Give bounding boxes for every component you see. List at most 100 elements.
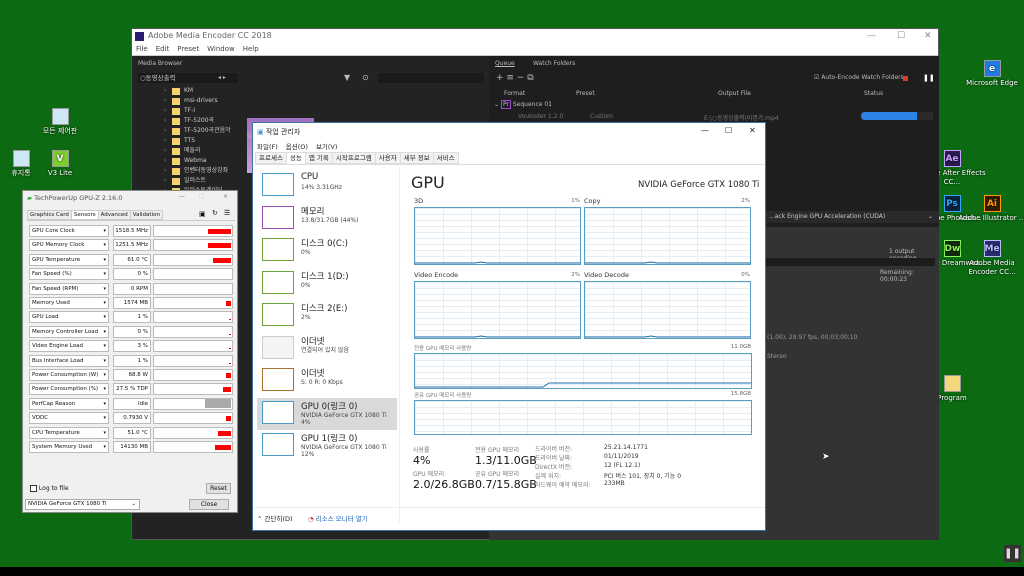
desktop-icon[interactable]: 모든 제어판 [25,108,95,136]
sidebar-item[interactable]: GPU 0(링크 0) NVIDIA GeForce GTX 1080 Ti 4% [257,397,397,430]
camera-icon[interactable]: ▣ [199,210,206,218]
filter-icon[interactable]: ▼ [344,73,350,82]
sidebar-item[interactable]: 메모리 13.8/31.7GB (44%) [257,203,397,235]
maximize-button[interactable]: ☐ [897,29,905,43]
fewer-details-button[interactable]: ⌃ 간단히(D) [257,513,293,523]
tab[interactable]: Graphics Card [27,210,72,220]
engine-label[interactable]: Video Encode [414,271,458,279]
menu-icon[interactable]: ☰ [224,209,230,217]
sidebar-item[interactable]: 디스크 2(E:) 2% [257,300,397,332]
menu-item[interactable]: 파일(F) [257,143,278,151]
minimize-button[interactable]: — [867,29,876,43]
folder-item[interactable]: › 메들리 [132,146,242,156]
sensor-name-dropdown[interactable]: GPU Memory Clock [29,239,109,252]
sensor-name-dropdown[interactable]: Fan Speed (%) [29,268,109,281]
pause-button[interactable]: ❚❚ [1004,545,1021,562]
menu-item[interactable]: File [136,45,148,53]
col-format[interactable]: Format [504,90,525,97]
sidebar-item[interactable]: 이더넷 S: 0 R: 0 Kbps [257,365,397,397]
log-to-file-checkbox[interactable]: Log to file [30,485,69,492]
view-icon[interactable]: ⊙ [362,73,369,82]
queue-tab[interactable]: Queue [495,60,515,67]
tab[interactable]: 서비스 [432,152,459,164]
sidebar-item[interactable]: 이더넷 연결되어 있지 않음 [257,333,397,365]
sensor-name-dropdown[interactable]: Fan Speed (RPM) [29,282,109,295]
col-status[interactable]: Status [864,90,883,97]
sidebar-item[interactable]: 디스크 0(C:) 0% [257,235,397,267]
folder-item[interactable]: › msi-drivers [132,96,242,106]
close-button[interactable]: ✕ [924,29,932,43]
folder-item[interactable]: › Webma [132,156,242,166]
menu-item[interactable]: Preset [177,45,199,53]
desktop-icon[interactable]: V V3 Lite [25,150,95,178]
sensor-name-dropdown[interactable]: GPU Temperature [29,253,109,266]
back-forward-icon[interactable]: ◂ ▸ [218,74,226,81]
auto-encode-checkbox[interactable]: ☑ Auto-Encode Watch Folders [814,74,904,81]
sensor-name-dropdown[interactable]: CPU Temperature [29,426,109,439]
sensor-name-dropdown[interactable]: PerfCap Reason [29,397,109,410]
engine-label[interactable]: Copy [584,197,601,205]
menu-item[interactable]: Help [243,45,259,53]
desktop-icon[interactable]: e Microsoft Edge [957,60,1024,88]
menu-item[interactable]: 보기(V) [316,143,337,151]
device-select[interactable]: NVIDIA GeForce GTX 1080 Ti ⌄ [25,499,140,510]
sensor-name-dropdown[interactable]: Power Consumption (%) [29,383,109,396]
folder-item[interactable]: › KM [132,86,242,96]
tab[interactable]: Validation [129,210,163,220]
tab[interactable]: 세부 정보 [399,152,434,164]
sensor-name-dropdown[interactable]: System Memory Used [29,441,109,453]
search-input[interactable] [378,73,484,83]
sensor-name-dropdown[interactable]: GPU Core Clock [29,225,109,237]
sidebar-item[interactable]: 디스크 1(D:) 0% [257,268,397,300]
menu-item[interactable]: Window [207,45,235,53]
menu-item[interactable]: Edit [156,45,170,53]
sidebar-item[interactable]: GPU 1(링크 0) NVIDIA GeForce GTX 1080 Ti 12% [257,430,397,462]
sensor-name-dropdown[interactable]: GPU Load [29,311,109,324]
format-value[interactable]: Voukoder 1.2.0 [518,113,563,120]
tab[interactable]: 성능 [285,152,306,164]
tab[interactable]: 프로세스 [255,152,287,164]
folder-item[interactable]: › TF-5200곡관음악 [132,126,242,136]
engine-label[interactable]: 3D [414,197,423,205]
reset-button[interactable]: Reset [206,483,231,494]
tab[interactable]: Advanced [97,210,131,220]
close-button[interactable]: ✕ [223,193,228,200]
pause-button[interactable]: ❚❚ [923,74,935,82]
desktop-icon[interactable]: Me Adobe Media Encoder CC... [957,240,1024,277]
folder-item[interactable]: › TF-5200곡 [132,116,242,126]
menu-item[interactable]: 옵션(O) [286,143,308,151]
close-button-bottom[interactable]: Close [189,499,229,510]
media-browser-tab[interactable]: Media Browser [138,60,182,67]
engine-label[interactable]: Video Decode [584,271,629,279]
tab[interactable]: Sensors [70,210,99,220]
maximize-button[interactable]: ☐ [199,193,204,200]
minimize-button[interactable]: — [701,126,709,135]
tab[interactable]: 시작프로그램 [331,152,376,164]
watch-folders-tab[interactable]: Watch Folders [533,60,575,67]
output-file-link[interactable]: E:\○동영상출력\비명가.mp4 [704,113,779,122]
sensor-name-dropdown[interactable]: Video Engine Load [29,340,109,353]
preset-value[interactable]: Custom [590,113,613,120]
tab[interactable]: 사용자 [374,152,401,164]
sensor-name-dropdown[interactable]: VDDC [29,412,109,425]
folder-item[interactable]: › TTS [132,136,242,146]
col-output[interactable]: Output File [718,90,751,97]
desktop-icon[interactable]: Ai Adobe Illustrator ... [957,195,1024,223]
folder-item[interactable]: › 인벤터동영상강좌 [132,166,242,176]
add-icon[interactable]: + ≡ − ⧉ [496,73,534,83]
sensor-name-dropdown[interactable]: Memory Used [29,297,109,309]
refresh-icon[interactable]: ↻ [212,209,218,217]
folder-item[interactable]: › 일러스트 [132,176,242,186]
sequence-row[interactable]: ⌄ Pr Sequence 01 [494,100,552,109]
sidebar-item[interactable]: CPU 14% 3.31GHz [257,170,397,202]
stop-button[interactable] [903,76,908,81]
minimize-button[interactable]: — [179,193,185,200]
sensor-name-dropdown[interactable]: Bus Interface Load [29,354,109,367]
maximize-button[interactable]: ☐ [725,126,732,135]
col-preset[interactable]: Preset [576,90,595,97]
close-button[interactable]: ✕ [749,126,756,135]
tab[interactable]: 앱 기록 [304,152,333,164]
folder-item[interactable]: › TF-I [132,106,242,116]
resource-monitor-link[interactable]: ◔ 리소스 모니터 열기 [308,513,368,523]
sensor-name-dropdown[interactable]: Power Consumption (W) [29,369,109,381]
